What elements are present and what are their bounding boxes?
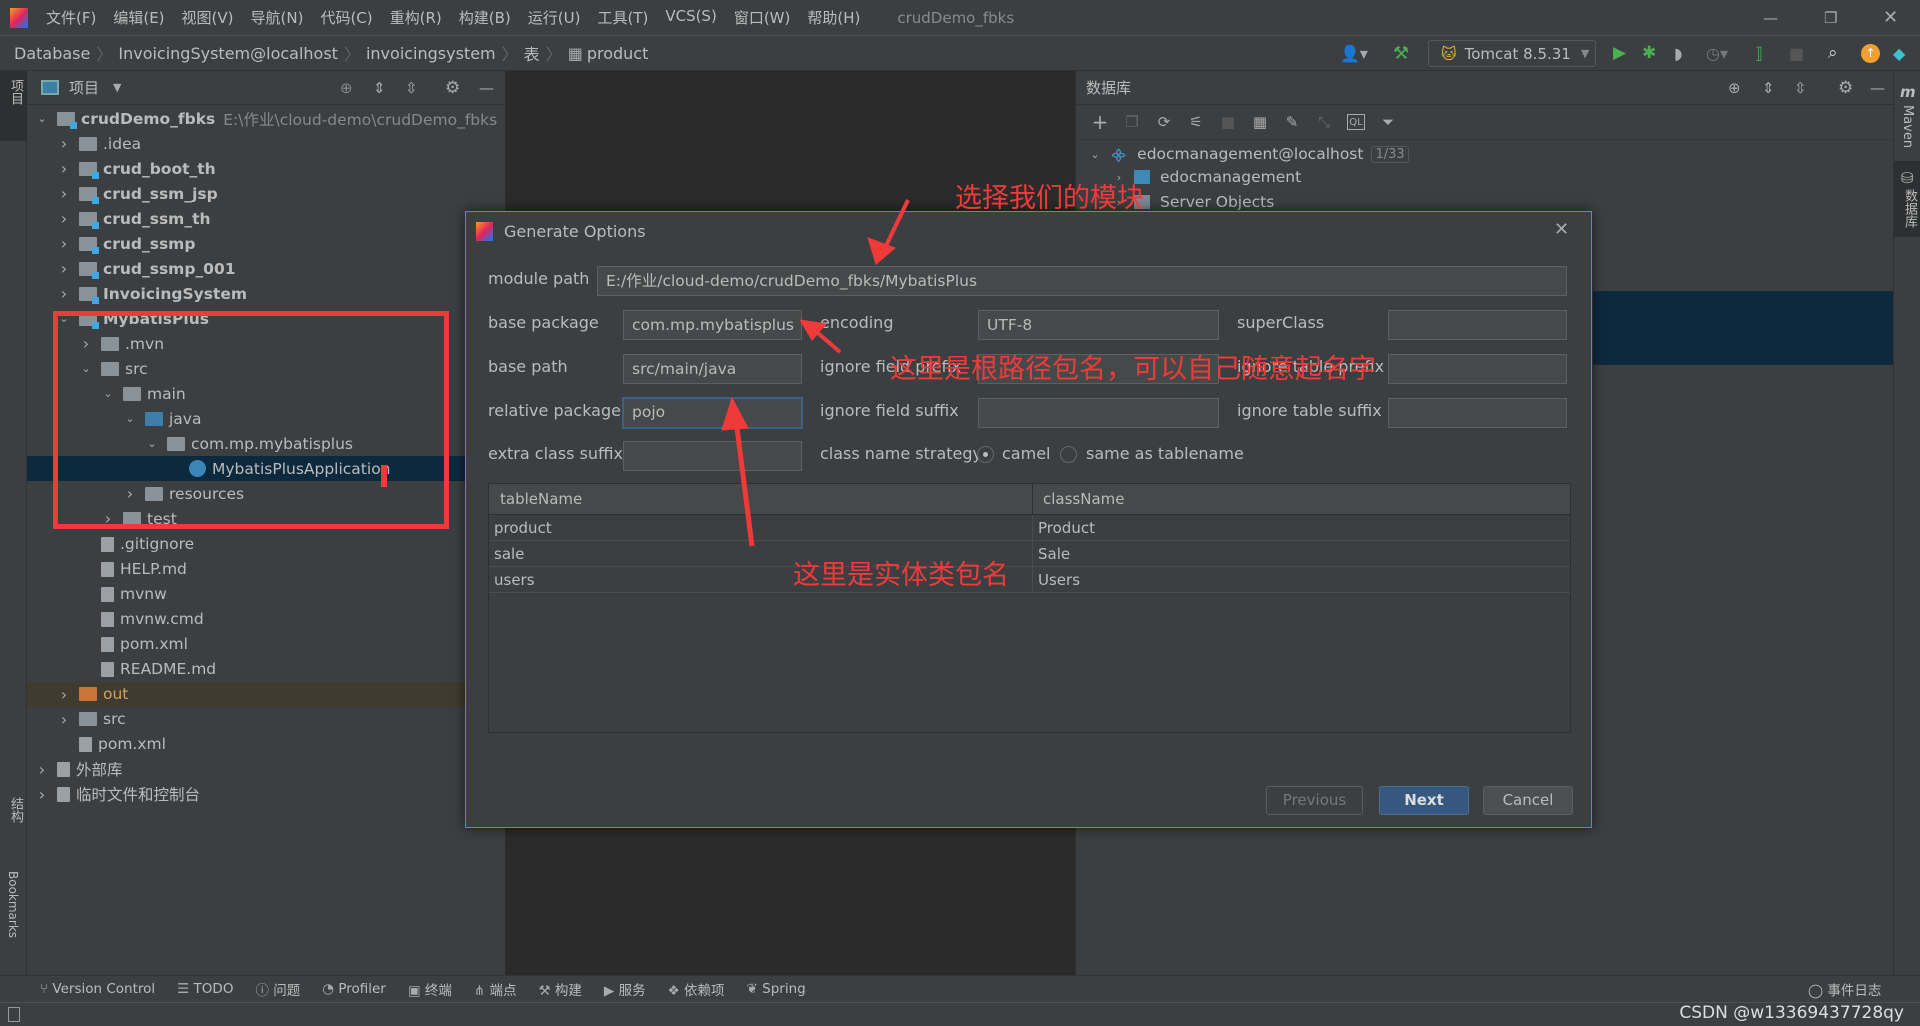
annotation-arrow-head xyxy=(721,396,749,431)
annotation-arrow-head xyxy=(867,237,896,265)
annotation-arrows xyxy=(721,199,910,547)
annotation-arrow xyxy=(882,199,910,251)
annotation-arrow xyxy=(733,419,755,547)
